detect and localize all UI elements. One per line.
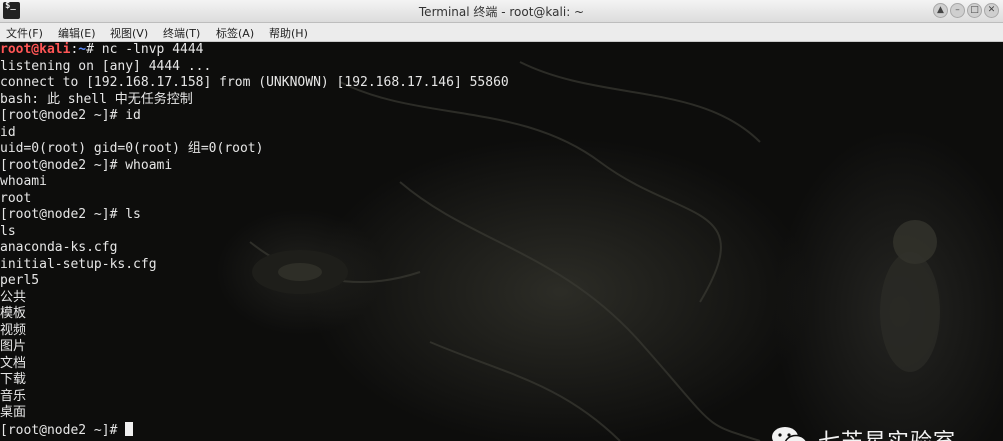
window-title: Terminal 终端 - root@kali: ~ [418, 5, 585, 19]
title-bar[interactable]: $_ Terminal 终端 - root@kali: ~ ▲ – □ ✕ [0, 0, 1003, 23]
output-line: [root@node2 ~]# ls [0, 207, 141, 222]
output-line: 音乐 [0, 388, 27, 404]
command-text: nc -lnvp 4444 [101, 42, 204, 57]
wechat-icon [770, 425, 810, 441]
output-line: ls [0, 223, 16, 239]
menu-tabs[interactable]: 标签(A) [216, 25, 254, 41]
terminal-area[interactable]: root@kali:~# nc -lnvp 4444 listening on … [0, 42, 1003, 441]
output-line: 桌面 [0, 405, 27, 420]
output-line: 视频 [0, 322, 27, 338]
final-prompt: [root@node2 ~]# [0, 422, 126, 438]
final-prompt-line[interactable]: [root@node2 ~]# [0, 421, 509, 439]
up-icon[interactable]: ▲ [933, 3, 948, 18]
menu-file[interactable]: 文件(F) [6, 25, 43, 41]
terminal-output: root@kali:~# nc -lnvp 4444 listening on … [0, 42, 509, 438]
menu-terminal[interactable]: 终端(T) [163, 25, 200, 41]
minimize-icon[interactable]: – [950, 3, 965, 18]
output-line: [root@node2 ~]# id [0, 108, 141, 123]
output-line: uid=0(root) gid=0(root) 组=0(root) [0, 141, 264, 156]
output-line: [root@node2 ~]# whoami [0, 157, 173, 173]
text-cursor [125, 421, 134, 436]
menu-help[interactable]: 帮助(H) [269, 25, 308, 41]
output-line: 下载 [0, 372, 27, 387]
output-line: whoami [0, 174, 47, 189]
output-line: listening on [any] 4444 ... [0, 58, 212, 74]
watermark-text: 七芒星实验室 [818, 424, 956, 441]
menu-edit[interactable]: 编辑(E) [58, 25, 96, 41]
output-line: connect to [192.168.17.158] from (UNKNOW… [0, 75, 509, 90]
output-line: 模板 [0, 306, 27, 321]
menu-view[interactable]: 视图(V) [110, 25, 148, 41]
prompt-line: root@kali:~# nc -lnvp 4444 [0, 42, 204, 57]
prompt-path: ~ [78, 42, 87, 57]
output-line: bash: 此 shell 中无任务控制 [0, 91, 193, 107]
output-line: perl5 [0, 273, 40, 288]
watermark: 七芒星实验室 [770, 422, 956, 441]
figure-silhouette [880, 252, 940, 372]
maximize-icon[interactable]: □ [967, 3, 982, 18]
output-line: 文档 [0, 355, 27, 371]
output-line: root [0, 190, 32, 206]
output-line: 公共 [0, 289, 27, 305]
output-line: 图片 [0, 339, 27, 354]
prompt-user: root@kali [0, 42, 71, 57]
close-icon[interactable]: ✕ [984, 3, 999, 18]
output-line: anaconda-ks.cfg [0, 240, 118, 255]
output-line: initial-setup-ks.cfg [0, 256, 157, 272]
terminal-window: $_ Terminal 终端 - root@kali: ~ ▲ – □ ✕ 文件… [0, 0, 1003, 441]
output-line: id [0, 124, 16, 140]
menu-bar: 文件(F) 编辑(E) 视图(V) 终端(T) 标签(A) 帮助(H) [0, 23, 1003, 42]
